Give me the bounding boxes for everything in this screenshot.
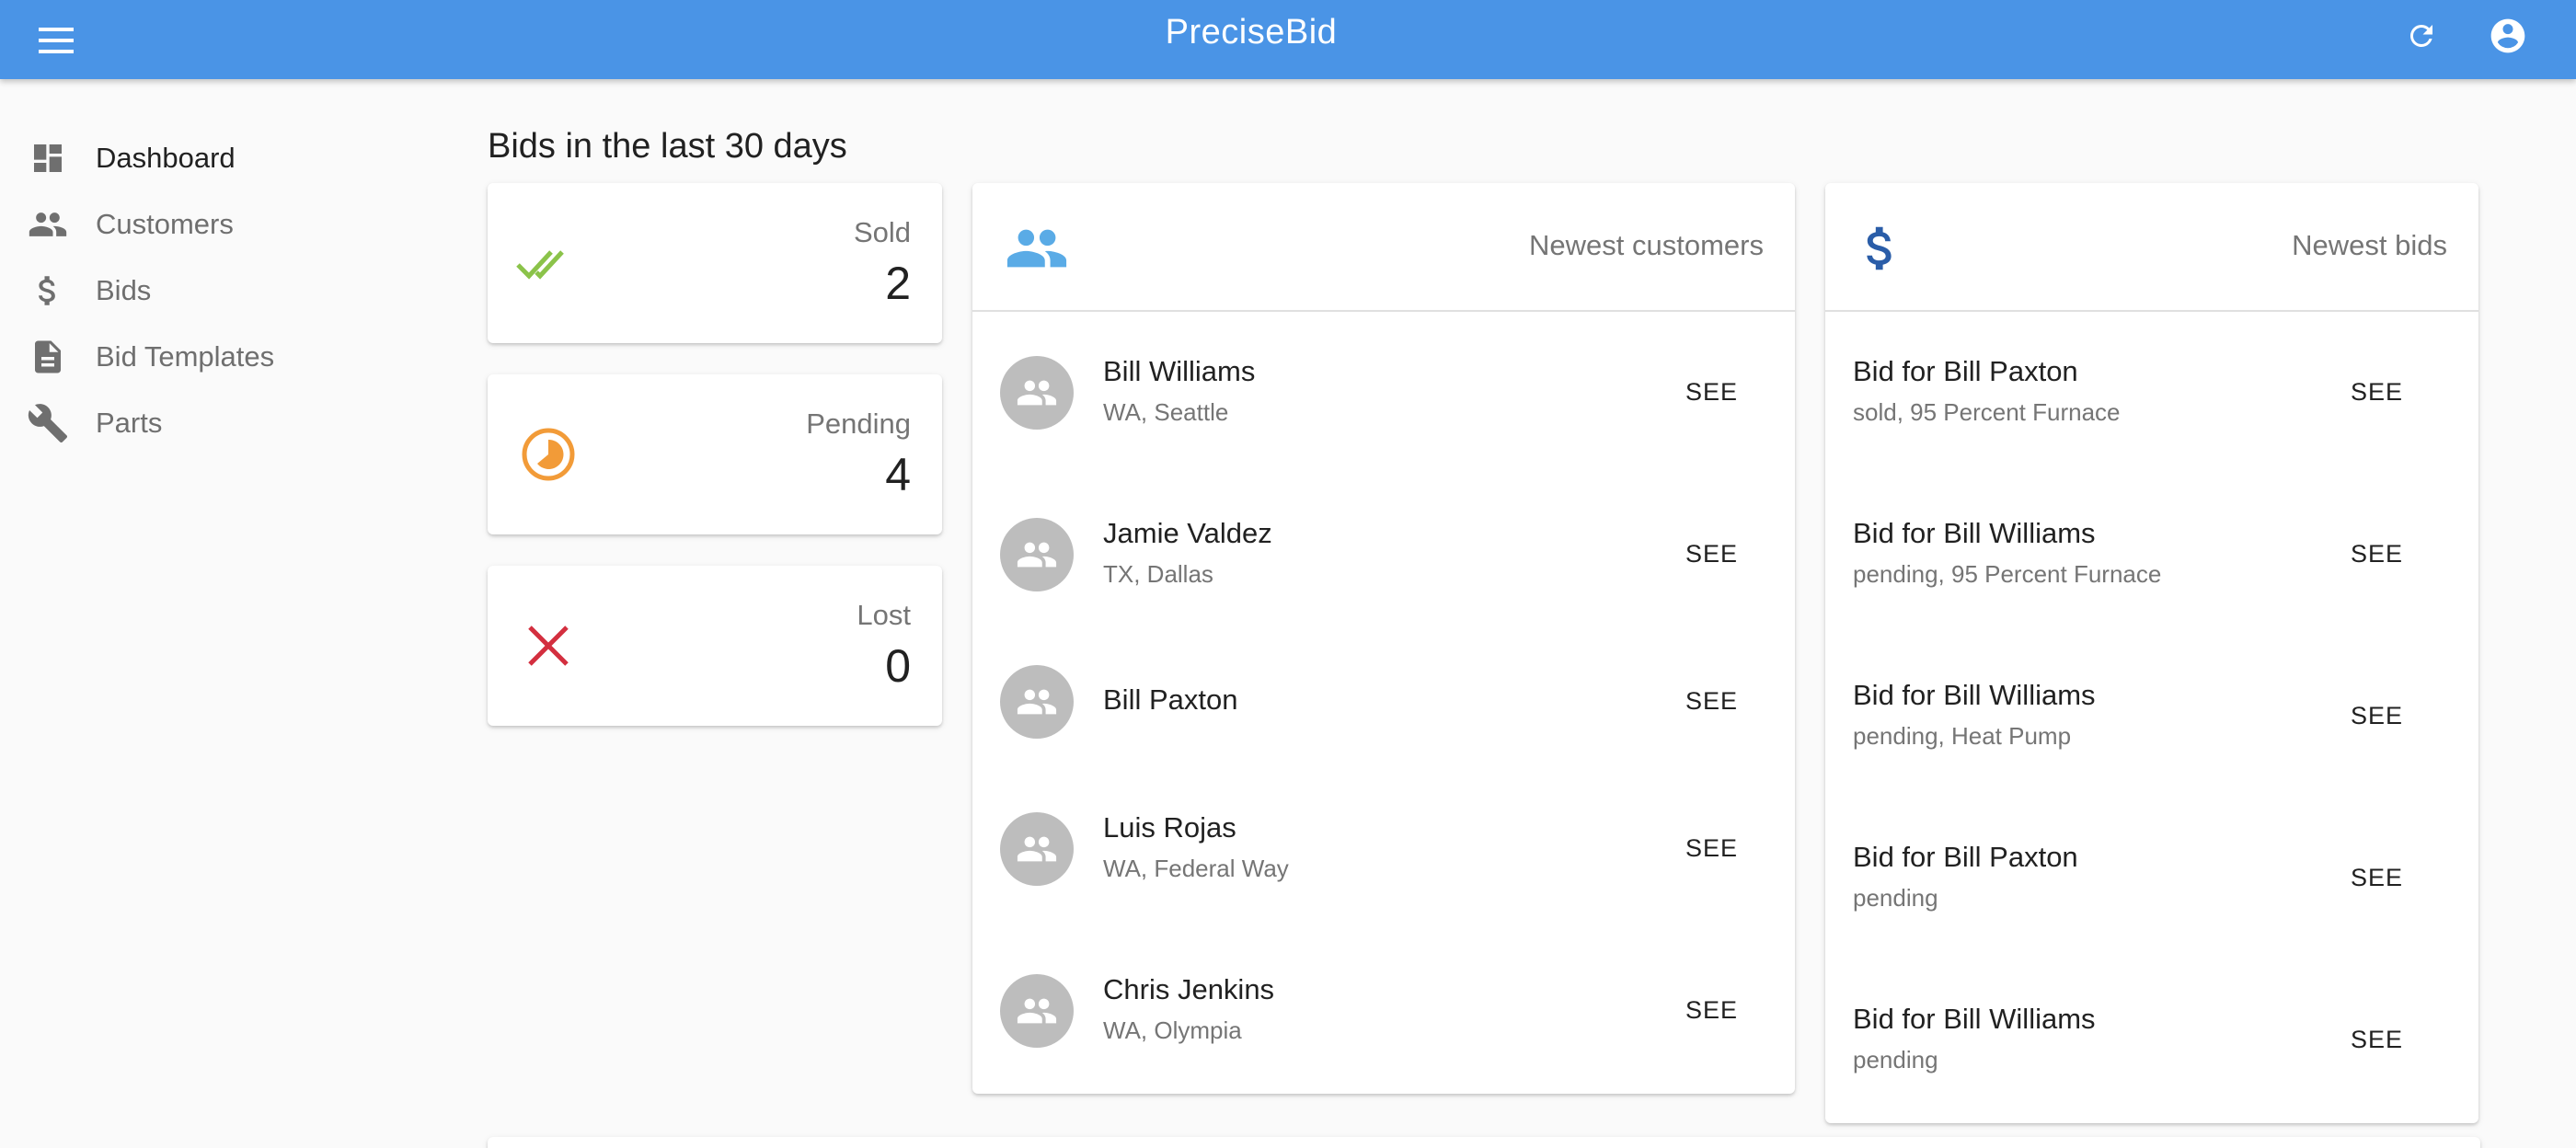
stat-card-sold: Sold 2 [488,183,942,343]
sidebar-item-bid-templates[interactable]: Bid Templates [0,324,442,390]
customer-row[interactable]: Luis Rojas WA, Federal Way SEE [972,768,1795,930]
card-header: Newest customers [972,183,1795,312]
customer-name: Bill Williams [1103,355,1256,387]
bid-title: Bid for Bill Paxton [1853,355,2078,387]
customer-name: Luis Rojas [1103,811,1236,844]
sidebar-item-customers[interactable]: Customers [0,191,442,258]
refresh-icon [2409,24,2432,47]
avatar [1000,518,1074,591]
see-button[interactable]: SEE [2340,1018,2414,1062]
app-bar: PreciseBid [0,0,2576,79]
customer-name: Chris Jenkins [1103,973,1275,1005]
people-icon [1017,542,1057,568]
bid-detail: pending, 95 Percent Furnace [1853,560,2162,588]
refresh-button[interactable] [2399,14,2444,58]
dollar-icon [1867,226,1892,270]
customer-location: WA, Seattle [1103,398,1229,426]
sidebar-item-label: Bids [96,274,152,306]
avatar [1000,356,1074,430]
customer-name: Jamie Valdez [1103,517,1272,549]
dollar-icon [39,276,55,305]
people-icon [1017,689,1057,715]
people-icon [1017,380,1057,406]
see-button[interactable]: SEE [2340,371,2414,414]
account-button[interactable] [2484,12,2532,60]
stat-card-pending: Pending 4 [488,374,942,534]
avatar [1000,812,1074,886]
bid-detail: pending [1853,884,1938,912]
stat-value: 0 [885,640,911,692]
customer-name: Bill Paxton [1103,683,1238,716]
customer-row[interactable]: Jamie Valdez TX, Dallas SEE [972,474,1795,636]
see-button[interactable]: SEE [1674,680,1749,723]
close-icon [528,626,569,666]
bid-title: Bid for Bill Williams [1853,1003,2096,1035]
app-title: PreciseBid [1165,13,1338,52]
sidebar-item-bids[interactable]: Bids [0,258,442,324]
stat-label: Pending [806,408,911,440]
customer-row[interactable]: Bill Paxton SEE [972,636,1795,768]
bid-row[interactable]: Bid for Bill Paxton sold, 95 Percent Fur… [1825,312,2478,474]
stat-value: 4 [885,449,911,500]
pending-clock-icon [522,428,575,481]
newest-customers-card: Newest customers Bill Williams WA, Seatt… [972,183,1795,1094]
people-icon [1017,998,1057,1024]
card-title: Newest customers [1529,229,1764,261]
customer-row[interactable]: Chris Jenkins WA, Olympia SEE [972,930,1795,1092]
people-icon [1006,229,1067,268]
people-icon [29,212,67,236]
bid-row[interactable]: Bid for Bill Williams pending SEE [1825,959,2478,1121]
wrench-icon [28,404,68,443]
bid-title: Bid for Bill Williams [1853,679,2096,711]
bid-row[interactable]: Bid for Bill Williams pending, Heat Pump… [1825,636,2478,798]
bid-row[interactable]: Bid for Bill Paxton pending SEE [1825,798,2478,959]
sidebar-item-label: Dashboard [96,142,236,174]
sidebar-item-label: Bid Templates [96,340,275,373]
bid-row[interactable]: Bid for Bill Williams pending, 95 Percen… [1825,474,2478,636]
customer-location: WA, Olympia [1103,1016,1242,1044]
bid-detail: sold, 95 Percent Furnace [1853,398,2121,426]
see-button[interactable]: SEE [2340,695,2414,738]
sidebar-item-label: Parts [96,407,163,439]
account-circle-icon [2490,18,2525,53]
stat-card-lost: Lost 0 [488,566,942,726]
see-button[interactable]: SEE [1674,989,1749,1032]
card-title: Newest bids [2292,229,2447,261]
customer-location: WA, Federal Way [1103,855,1289,882]
see-button[interactable]: SEE [1674,827,1749,870]
customer-location: TX, Dallas [1103,560,1213,588]
sidebar-item-dashboard[interactable]: Dashboard [0,125,442,191]
dashboard-icon [34,144,62,172]
sidebar: Dashboard Customers Bids Bid Templates P… [0,125,442,456]
newest-bids-card: Newest bids Bid for Bill Paxton sold, 95… [1825,183,2478,1123]
bottom-card [488,1137,2480,1148]
avatar [1000,665,1074,739]
double-check-icon [516,250,564,280]
people-icon [1017,836,1057,862]
document-icon [35,340,61,373]
see-button[interactable]: SEE [1674,371,1749,414]
sidebar-item-label: Customers [96,208,234,240]
bid-detail: pending, Heat Pump [1853,722,2072,750]
customer-row[interactable]: Bill Williams WA, Seattle SEE [972,312,1795,474]
bid-detail: pending [1853,1046,1938,1073]
see-button[interactable]: SEE [1674,533,1749,576]
avatar [1000,974,1074,1048]
bid-title: Bid for Bill Paxton [1853,841,2078,873]
stat-label: Lost [857,599,911,631]
sidebar-item-parts[interactable]: Parts [0,390,442,456]
bid-title: Bid for Bill Williams [1853,517,2096,549]
stat-label: Sold [853,216,911,248]
card-header: Newest bids [1825,183,2478,312]
stat-value: 2 [885,258,911,309]
see-button[interactable]: SEE [2340,856,2414,900]
page-title: Bids in the last 30 days [488,127,847,166]
see-button[interactable]: SEE [2340,533,2414,576]
